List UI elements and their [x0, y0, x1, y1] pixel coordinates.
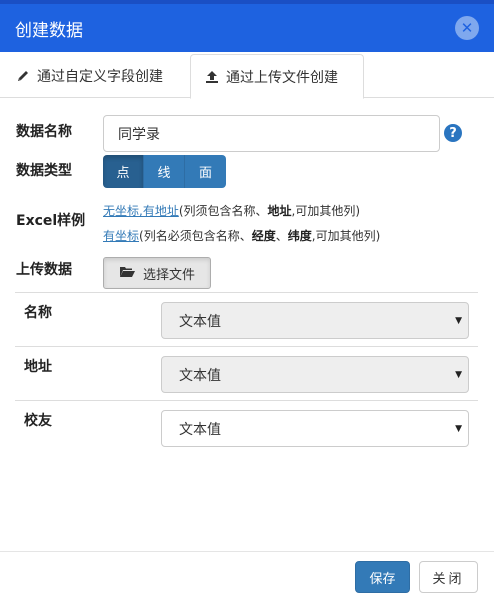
tab-label: 通过上传文件创建: [226, 69, 338, 86]
example-coords-link[interactable]: 有坐标: [103, 229, 139, 243]
data-type-toggle: 点 线 面: [103, 155, 226, 188]
field-map-row: 地址 文本值 ▼: [15, 346, 478, 401]
type-line-button[interactable]: 线: [144, 155, 185, 188]
data-type-label: 数据类型: [16, 163, 72, 179]
help-icon[interactable]: ?: [444, 124, 462, 142]
choose-file-button[interactable]: 选择文件: [103, 257, 211, 289]
field-map-label: 名称: [24, 305, 52, 321]
tab-label: 通过自定义字段创建: [37, 69, 163, 85]
excel-example-address: 无坐标,有地址(列须包含名称、地址,可加其他列): [103, 204, 361, 218]
data-name-input[interactable]: 同学录: [103, 115, 440, 152]
field-map-select[interactable]: 文本值 ▼: [161, 302, 469, 339]
type-polygon-button[interactable]: 面: [185, 155, 226, 188]
caret-down-icon: ▼: [455, 424, 462, 434]
field-map-select[interactable]: 文本值 ▼: [161, 356, 469, 393]
tab-bar: 通过自定义字段创建 通过上传文件创建: [0, 52, 494, 99]
tab-custom-fields[interactable]: 通过自定义字段创建: [2, 54, 188, 98]
dialog-header: 创建数据 ✕: [0, 0, 494, 52]
field-map-select[interactable]: 文本值 ▼: [161, 410, 469, 447]
close-icon[interactable]: ✕: [455, 16, 479, 40]
field-map-row: 名称 文本值 ▼: [15, 292, 478, 347]
caret-down-icon: ▼: [455, 316, 462, 326]
create-data-dialog: 创建数据 ✕ 通过自定义字段创建 通过上传文件创建 数据名称 同学录 ? 数据类…: [0, 0, 494, 595]
field-map-row: 校友 文本值 ▼: [15, 400, 478, 455]
field-map-label: 地址: [24, 359, 52, 375]
excel-example-label: Excel样例: [16, 213, 86, 229]
upload-data-label: 上传数据: [16, 262, 72, 278]
folder-open-icon: [119, 265, 135, 282]
data-name-label: 数据名称: [16, 124, 72, 140]
type-point-button[interactable]: 点: [103, 155, 144, 188]
pencil-icon: [15, 68, 31, 84]
caret-down-icon: ▼: [455, 370, 462, 380]
dialog-footer: 保存 关闭: [0, 551, 494, 595]
tab-upload-file[interactable]: 通过上传文件创建: [190, 54, 364, 99]
close-button[interactable]: 关闭: [419, 561, 478, 593]
choose-file-label: 选择文件: [142, 267, 195, 283]
dialog-title: 创建数据: [15, 20, 83, 41]
field-map-label: 校友: [24, 413, 52, 429]
excel-example-coords: 有坐标(列名必须包含名称、经度、纬度,可加其他列): [103, 229, 381, 243]
example-address-link[interactable]: 无坐标,有地址: [103, 204, 179, 218]
save-button[interactable]: 保存: [355, 561, 410, 593]
upload-icon: [204, 69, 220, 85]
